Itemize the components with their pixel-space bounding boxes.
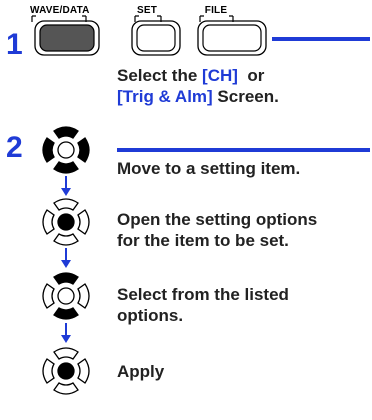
cursor-pad-icon (42, 272, 90, 320)
step-2-action-apply: Apply (117, 361, 164, 382)
instruction-text: Select the (117, 66, 203, 85)
file-key[interactable] (196, 19, 268, 57)
trig-alm-screen-label: [Trig & Alm] (117, 87, 213, 106)
action-text: options. (117, 306, 184, 325)
step-2-number: 2 (6, 131, 23, 164)
ch-screen-label: [CH] (202, 66, 238, 85)
step-1-instruction: Select the [CH] or [Trig & Alm] Screen. (117, 65, 279, 107)
step-2-action-move: Move to a setting item. (117, 158, 300, 179)
arrow-down-icon (61, 176, 71, 196)
action-text: Select from the listed (117, 285, 289, 304)
step-2-action-open: Open the setting options for the item to… (117, 209, 317, 251)
arrow-down-icon (61, 323, 71, 343)
action-text: for the item to be set. (117, 231, 289, 250)
cursor-pad-icon (42, 198, 90, 246)
action-text: Move to a setting item. (117, 159, 301, 178)
step-1-bar (272, 37, 370, 41)
action-text: Open the setting options (117, 210, 318, 229)
step-2-bar (117, 148, 370, 152)
cursor-pad-icon (42, 126, 90, 174)
instruction-text: or (237, 66, 265, 85)
arrow-down-icon (61, 248, 71, 268)
wave-data-key[interactable] (33, 19, 101, 57)
cursor-pad-icon (42, 347, 90, 395)
action-text: Apply (117, 362, 165, 381)
step-2-action-select: Select from the listed options. (117, 284, 289, 326)
set-key[interactable] (130, 19, 182, 57)
instruction-text: Screen. (212, 87, 279, 106)
